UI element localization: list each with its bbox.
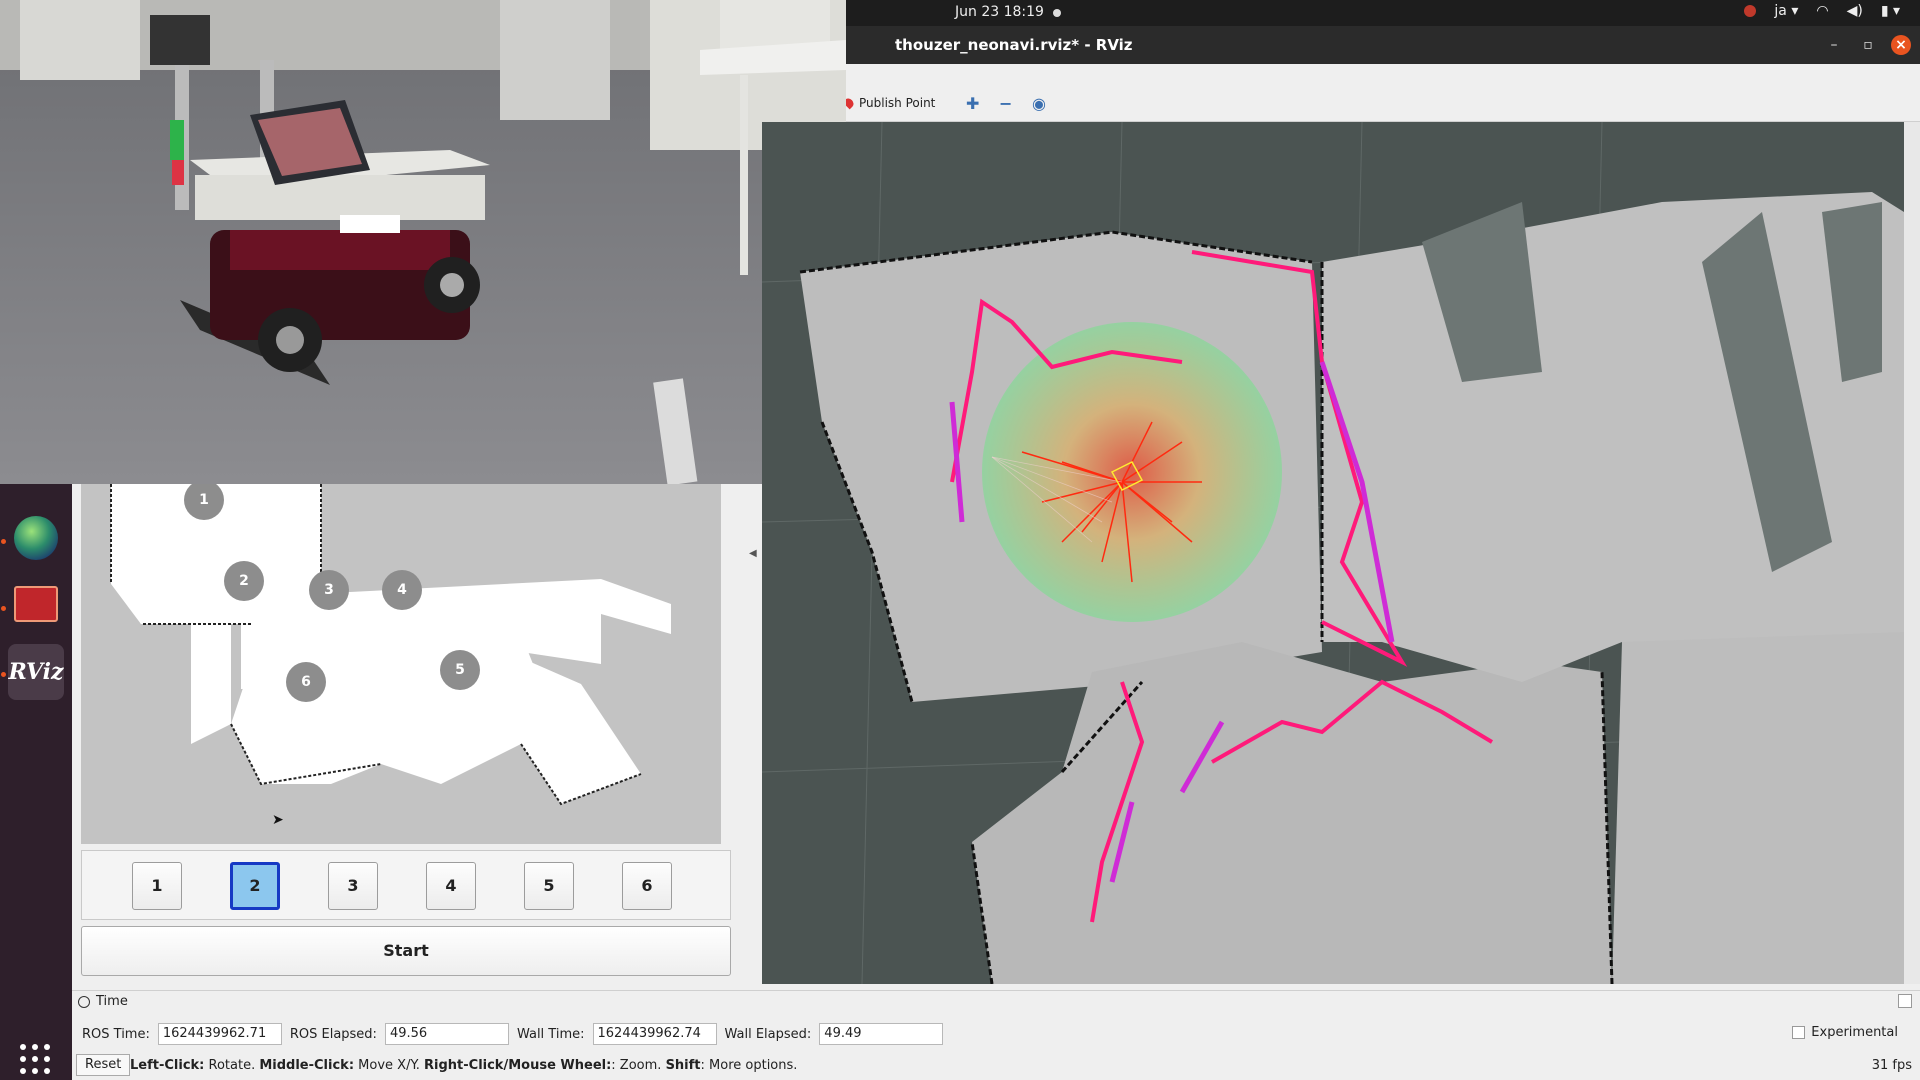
notification-dot (1053, 9, 1061, 17)
hint-key: Right-Click/Mouse Wheel: (424, 1058, 612, 1073)
status-bar: Reset Left-Click: Rotate. Middle-Click: … (72, 1046, 1920, 1080)
ros-time-label: ROS Time: (82, 1026, 150, 1042)
waypoint-button-5[interactable]: 5 (524, 862, 574, 910)
wall-time-field[interactable]: 1624439962.74 (592, 1023, 717, 1045)
battery-icon[interactable]: ▮ ▾ (1881, 3, 1900, 19)
waypoint-marker-label: 2 (239, 573, 249, 589)
waypoint-marker-2: 2 (224, 561, 264, 601)
recording-icon[interactable] (1744, 5, 1757, 17)
hint-text: Move X/Y. (354, 1058, 425, 1073)
time-panel-title: Time (96, 994, 128, 1009)
experimental-toggle[interactable]: Experimental (1792, 1025, 1898, 1040)
panel-float-icon[interactable] (1898, 994, 1912, 1008)
running-indicator (1, 606, 6, 611)
waypoint-button-3[interactable]: 3 (328, 862, 378, 910)
waypoint-button-4[interactable]: 4 (426, 862, 476, 910)
hint-key: Left-Click: (130, 1058, 205, 1073)
waypoint-marker-label: 6 (301, 674, 311, 690)
robot-camera-image (0, 0, 846, 484)
waypoint-button-row: 1 2 3 4 5 6 (81, 850, 731, 920)
ros-elapsed-field[interactable]: 49.56 (384, 1023, 509, 1045)
waypoint-button-1[interactable]: 1 (132, 862, 182, 910)
maximize-icon[interactable]: ▫ (1858, 35, 1878, 55)
dock-terminal-app[interactable] (8, 576, 64, 632)
time-fields: ROS Time: 1624439962.71 ROS Elapsed: 49.… (82, 1023, 944, 1045)
hint-text: : More options. (700, 1058, 798, 1073)
reset-button[interactable]: Reset (76, 1054, 131, 1076)
waypoint-button-6[interactable]: 6 (622, 862, 672, 910)
time-panel-header: Time (78, 994, 128, 1009)
dock-rviz-app[interactable]: RViz (8, 644, 64, 700)
wall-elapsed-label: Wall Elapsed: (724, 1026, 812, 1042)
waypoint-marker-5: 5 (440, 650, 480, 690)
hint-key: Middle-Click: (259, 1058, 355, 1073)
waypoint-marker-3: 3 (309, 570, 349, 610)
waypoint-panel: 1 2 3 4 5 6 ➤ 1 2 3 4 5 6 Start (72, 484, 732, 990)
volume-icon[interactable]: ◀) (1847, 3, 1863, 19)
waypoint-marker-label: 3 (324, 582, 334, 598)
wifi-icon[interactable]: ◠ (1816, 3, 1828, 19)
show-apps-icon[interactable] (20, 1044, 50, 1074)
view-tool-icon[interactable]: ◉ (1032, 94, 1046, 113)
start-button[interactable]: Start (81, 926, 731, 976)
hint-text: Rotate. (204, 1058, 260, 1073)
waypoint-marker-label: 5 (455, 662, 465, 678)
waypoint-marker-4: 4 (382, 570, 422, 610)
add-tool-icon[interactable]: ✚ (966, 94, 979, 113)
fps-counter: 31 fps (1871, 1058, 1912, 1073)
window-title: thouzer_neonavi.rviz* - RViz (895, 36, 1133, 54)
remove-tool-icon[interactable]: − (999, 94, 1012, 113)
ros-elapsed-label: ROS Elapsed: (289, 1026, 377, 1042)
close-icon[interactable]: × (1891, 35, 1911, 55)
experimental-checkbox[interactable] (1792, 1026, 1806, 1039)
publish-point-label: Publish Point (859, 96, 936, 110)
clock-icon (78, 995, 90, 1008)
time-panel: Time ROS Time: 1624439962.71 ROS Elapsed… (72, 990, 1920, 1046)
camera-video-overlay (0, 0, 846, 484)
ros-time-field[interactable]: 1624439962.71 (157, 1023, 282, 1045)
waypoint-button-2[interactable]: 2 (230, 862, 280, 910)
input-language[interactable]: ja ▾ (1774, 3, 1798, 19)
dock-globe-app[interactable] (8, 510, 64, 566)
experimental-label: Experimental (1811, 1025, 1898, 1040)
system-clock[interactable]: Jun 23 18:19 (955, 4, 1044, 20)
occupancy-map-render (762, 122, 1904, 984)
waypoint-map-image (81, 484, 721, 844)
mouse-cursor-icon: ➤ (272, 812, 284, 828)
red-app-icon (14, 586, 58, 622)
hint-key: Shift (665, 1058, 701, 1073)
wall-time-label: Wall Time: (516, 1026, 585, 1042)
rviz-3d-view[interactable] (762, 122, 1904, 984)
system-tray[interactable]: ja ▾ ◠ ◀) ▮ ▾ (1744, 3, 1900, 19)
hint-text: : Zoom. (611, 1058, 666, 1073)
wall-elapsed-field[interactable]: 49.49 (819, 1023, 944, 1045)
mouse-hint-text: Left-Click: Rotate. Middle-Click: Move X… (130, 1058, 797, 1073)
globe-icon (14, 516, 58, 560)
minimize-icon[interactable]: – (1824, 35, 1844, 55)
views-panel-collapsed[interactable] (1904, 122, 1920, 984)
running-indicator (1, 539, 6, 544)
panel-collapse-icon[interactable]: ◀ (749, 548, 757, 559)
waypoint-marker-6: 6 (286, 662, 326, 702)
waypoint-marker-label: 1 (199, 492, 209, 508)
running-indicator (1, 672, 6, 677)
waypoint-marker-label: 4 (397, 582, 407, 598)
waypoint-map: 1 2 3 4 5 6 ➤ (81, 484, 721, 844)
publish-point-tool[interactable]: Publish Point (842, 96, 936, 110)
